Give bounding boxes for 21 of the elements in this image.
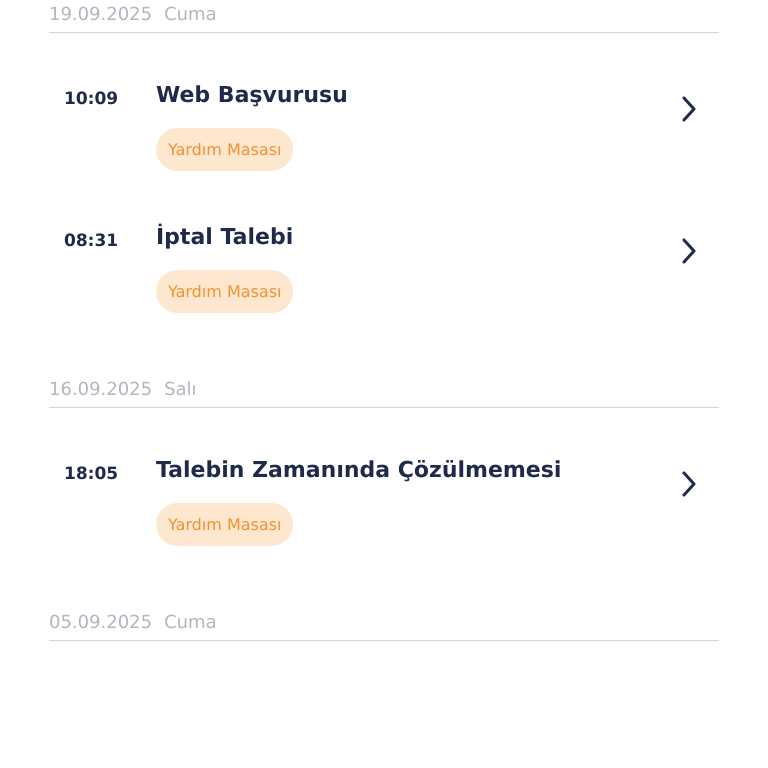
date-label: 05.09.2025 <box>49 612 152 633</box>
chevron-right-icon <box>681 471 697 497</box>
date-label: 19.09.2025 <box>49 4 152 25</box>
weekday-label: Salı <box>164 379 197 400</box>
category-tag: Yardım Masası <box>156 270 294 313</box>
date-label: 16.09.2025 <box>49 379 152 400</box>
chevron-right-icon <box>681 96 697 122</box>
request-item[interactable]: 10:09 Web Başvurusu Yardım Masası <box>49 75 719 171</box>
request-item[interactable]: 08:31 İptal Talebi Yardım Masası <box>49 217 719 313</box>
category-tag: Yardım Masası <box>156 503 294 546</box>
time-label: 10:09 <box>64 88 120 109</box>
time-label: 18:05 <box>64 463 120 484</box>
request-title: Talebin Zamanında Çözülmemesi <box>156 457 562 483</box>
time-label: 08:31 <box>64 230 120 251</box>
request-item[interactable]: 18:05 Talebin Zamanında Çözülmemesi Yardım Masası <box>49 450 719 546</box>
weekday-label: Cuma <box>164 4 217 25</box>
chevron-right-icon <box>681 238 697 264</box>
category-tag: Yardım Masası <box>156 128 294 171</box>
weekday-label: Cuma <box>164 612 217 633</box>
request-title: Web Başvurusu <box>156 82 348 108</box>
request-title: İptal Talebi <box>156 222 294 250</box>
